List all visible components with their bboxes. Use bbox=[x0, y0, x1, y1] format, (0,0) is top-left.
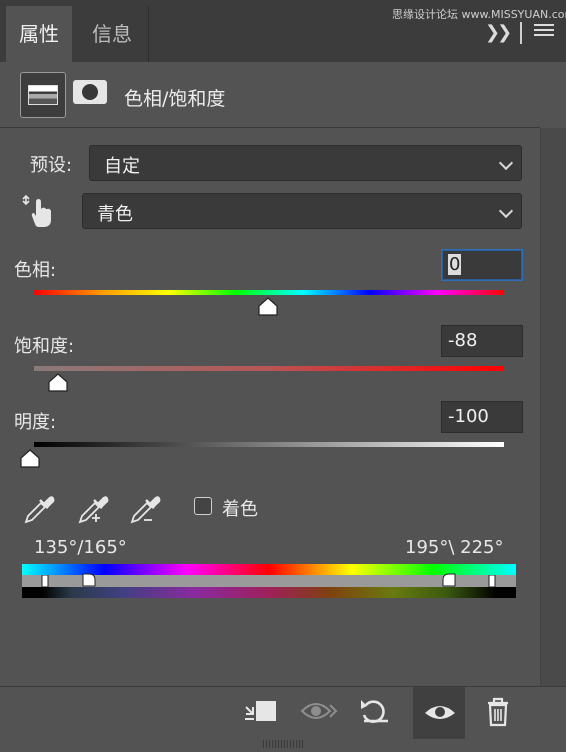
range-left-value: 135°/165° bbox=[34, 537, 127, 558]
hue-label: 色相: bbox=[14, 260, 57, 281]
hue-slider-track[interactable] bbox=[34, 290, 504, 295]
trash-icon[interactable] bbox=[472, 687, 524, 739]
tab-info[interactable]: 信息 bbox=[76, 6, 148, 62]
panel-menu-icon[interactable] bbox=[534, 24, 554, 40]
range-outer-right-handle[interactable] bbox=[488, 575, 496, 587]
range-outer-left-handle[interactable] bbox=[41, 575, 49, 587]
reset-icon[interactable] bbox=[350, 687, 402, 739]
colorize-checkbox[interactable] bbox=[194, 497, 212, 515]
watermark: 思缘设计论坛 www.MISSYUAN.com bbox=[392, 8, 566, 21]
adjustment-title: 色相/饱和度 bbox=[124, 88, 226, 110]
range-right-value: 195°\ 225° bbox=[405, 537, 504, 558]
chevron-down-icon bbox=[498, 155, 514, 171]
resize-grip[interactable] bbox=[263, 740, 303, 748]
chevron-down-icon bbox=[498, 203, 514, 219]
hue-saturation-icon[interactable] bbox=[20, 72, 66, 118]
eyedropper-subtract-icon[interactable] bbox=[128, 492, 162, 526]
mask-icon[interactable] bbox=[73, 80, 107, 104]
clip-to-layer-icon[interactable] bbox=[236, 687, 288, 739]
tab-bar: 属性 信息 思缘设计论坛 www.MISSYUAN.com ❯❯ bbox=[0, 0, 566, 62]
eyedropper-icon[interactable] bbox=[22, 492, 56, 526]
channel-dropdown[interactable]: 青色 bbox=[82, 193, 522, 229]
saturation-label: 饱和度: bbox=[14, 336, 75, 357]
range-inner-left-handle[interactable] bbox=[82, 573, 96, 587]
scrollbar[interactable] bbox=[540, 128, 566, 686]
saturation-slider-track[interactable] bbox=[34, 366, 504, 371]
tab-properties[interactable]: 属性 bbox=[6, 6, 72, 62]
preset-dropdown[interactable]: 自定 bbox=[89, 145, 522, 181]
hue-input[interactable]: 0 bbox=[441, 249, 523, 281]
lightness-label: 明度: bbox=[14, 412, 57, 433]
colorize-label: 着色 bbox=[222, 499, 258, 520]
adjustment-header: 色相/饱和度 bbox=[0, 62, 566, 128]
output-color-spectrum bbox=[22, 587, 516, 598]
lightness-input[interactable]: -100 bbox=[441, 401, 523, 433]
tab-divider bbox=[148, 6, 149, 62]
preset-value: 自定 bbox=[104, 156, 140, 177]
hue-slider-thumb[interactable] bbox=[257, 297, 279, 317]
lightness-slider-track[interactable] bbox=[34, 442, 504, 447]
saturation-input[interactable]: -88 bbox=[441, 325, 523, 357]
range-inner-right-handle[interactable] bbox=[442, 573, 456, 587]
targeted-adjustment-hand-icon[interactable] bbox=[22, 194, 56, 230]
lightness-slider-thumb[interactable] bbox=[19, 449, 41, 469]
eyedropper-add-icon[interactable] bbox=[76, 492, 110, 526]
header-divider bbox=[0, 127, 540, 128]
saturation-slider-thumb[interactable] bbox=[47, 373, 69, 393]
hue-value: 0 bbox=[448, 254, 462, 275]
view-previous-state-icon[interactable] bbox=[292, 687, 344, 739]
preset-label: 预设: bbox=[30, 155, 73, 176]
channel-value: 青色 bbox=[97, 204, 133, 225]
double-chevron-right-icon[interactable]: ❯❯ bbox=[485, 22, 512, 43]
toolbar-divider bbox=[520, 22, 522, 44]
visibility-eye-icon[interactable] bbox=[413, 687, 465, 739]
